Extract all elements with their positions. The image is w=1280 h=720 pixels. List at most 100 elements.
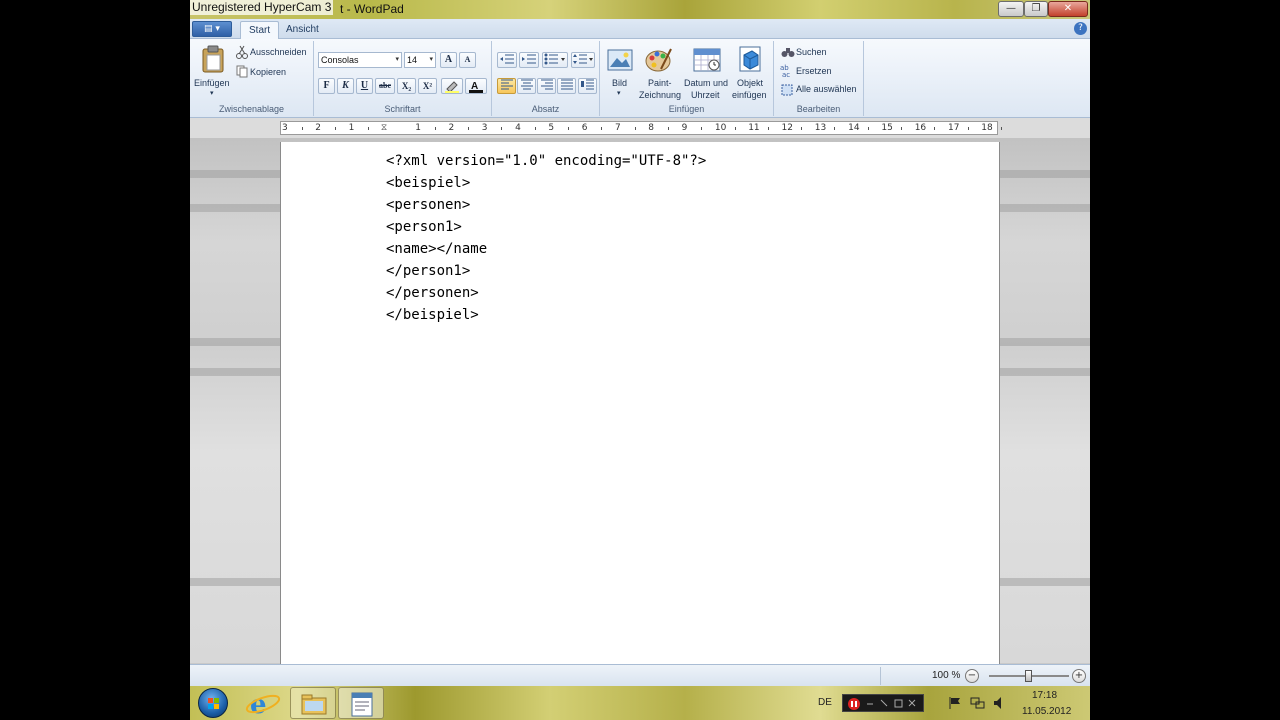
doc-line[interactable]: <?xml version="1.0" encoding="UTF-8"?> [386,152,706,170]
justify-icon [560,79,573,90]
justify-button[interactable] [557,78,576,94]
doc-line[interactable]: <person1> [386,218,462,236]
font-family-value: Consolas [321,55,359,65]
font-color-button[interactable]: A [465,78,487,94]
subscript-button[interactable]: X₂ [397,78,416,94]
paste-dropdown-icon[interactable]: ▾ [210,89,214,97]
ruler-tick [934,127,936,130]
ruler-number: 1 [348,123,355,133]
underline-button[interactable]: U [356,78,373,94]
copy-icon[interactable] [236,65,248,78]
paste-label[interactable]: Einfügen [194,78,230,88]
bullet-list-button[interactable] [542,52,568,68]
clock-time[interactable]: 17:18 [1032,690,1057,701]
ruler-tick [834,127,836,130]
grow-font-button[interactable]: A [440,52,457,68]
record-icon [848,698,916,710]
ruler-number: 5 [548,123,555,133]
ruler[interactable]: 3 2 1 1 2 3 4 5 6 7 8 9 10 11 12 13 14 15 16 17 18 ⧖ [280,121,1002,135]
doc-line[interactable]: <name></name [386,240,487,258]
paragraph-settings-button[interactable] [578,78,597,94]
calendar-icon[interactable] [693,46,721,72]
find-button[interactable]: Suchen [796,47,827,57]
svg-text:e: e [250,690,267,719]
object-label-line1[interactable]: Objekt [737,78,763,88]
zoom-in-button[interactable]: + [1072,669,1086,683]
picture-icon[interactable] [607,49,633,71]
zoom-out-button[interactable]: − [965,669,979,683]
replace-button[interactable]: Ersetzen [796,66,832,76]
maximize-button[interactable]: ❐ [1024,1,1048,17]
language-indicator[interactable]: DE [818,697,832,708]
tab-ansicht[interactable]: Ansicht [278,21,327,39]
highlight-button[interactable] [441,78,463,94]
superscript-button[interactable]: X² [418,78,437,94]
ruler-number: 8 [648,123,655,133]
datetime-label-line2[interactable]: Uhrzeit [691,90,720,100]
shrink-font-button[interactable]: A [459,52,476,68]
help-icon[interactable]: ? [1074,22,1087,35]
document-page[interactable]: <?xml version="1.0" encoding="UTF-8"?> <… [280,142,1000,664]
font-group-label: Schriftart [384,104,421,114]
align-center-icon [520,79,533,90]
group-clipboard: Einfügen ▾ Ausschneiden Kopieren Zwische… [190,41,314,116]
copy-button[interactable]: Kopieren [250,67,286,77]
flag-icon[interactable] [948,696,962,710]
ruler-number: 10 [714,123,727,133]
picture-dropdown-icon[interactable]: ▾ [617,89,621,97]
paint-label-line1[interactable]: Paint- [648,78,672,88]
group-paragraph: Absatz [492,41,600,116]
title-bar: Unregistered HyperCam 3 t - WordPad — ❐ … [190,0,1090,19]
select-all-button[interactable]: Alle auswählen [796,84,857,94]
replace-icon[interactable]: abac [780,64,796,78]
zoom-slider-thumb[interactable] [1025,670,1032,682]
cut-icon[interactable] [236,45,248,59]
speaker-icon[interactable] [992,696,1006,710]
decrease-indent-button[interactable] [497,52,517,68]
paint-label-line2[interactable]: Zeichnung [639,90,681,100]
application-menu-button[interactable]: ▤ ▾ [192,21,232,37]
cut-button[interactable]: Ausschneiden [250,47,307,57]
line-spacing-button[interactable] [571,52,595,68]
italic-button[interactable]: K [337,78,354,94]
paint-icon[interactable] [645,45,673,73]
group-insert: Bild ▾ Paint- Zeichnung Datum und Uhrzei… [600,41,774,116]
doc-line[interactable]: <beispiel> [386,174,470,192]
binoculars-icon[interactable] [781,46,795,58]
taskbar-explorer[interactable] [290,687,336,719]
object-label-line2[interactable]: einfügen [732,90,767,100]
increase-indent-button[interactable] [519,52,539,68]
doc-line[interactable]: </person1> [386,262,470,280]
status-bar: 100 % − + [190,664,1090,686]
taskbar-ie[interactable]: e [240,687,286,720]
recorder-toolbar[interactable] [842,694,924,712]
ruler-margin-marker[interactable]: ⧖ [381,122,387,134]
bold-button[interactable]: F [318,78,335,94]
align-center-button[interactable] [517,78,536,94]
strikethrough-button[interactable]: abc [375,78,395,94]
paste-icon[interactable] [200,45,226,73]
doc-line[interactable]: </personen> [386,284,479,302]
align-left-button[interactable] [497,78,516,94]
select-all-icon[interactable] [781,84,793,96]
font-family-select[interactable]: Consolas ▾ [318,52,402,68]
doc-line[interactable]: <personen> [386,196,470,214]
minimize-button[interactable]: — [998,1,1024,17]
ruler-tick [667,127,669,130]
taskbar-wordpad[interactable] [338,687,384,719]
ribbon-tabs: ▤ ▾ Start Ansicht ? [190,19,1090,39]
align-right-button[interactable] [537,78,556,94]
clock-date[interactable]: 11.05.2012 [1022,706,1071,717]
object-icon[interactable] [738,45,764,73]
ie-icon: e [245,690,281,720]
start-button[interactable] [198,688,228,718]
datetime-label-line1[interactable]: Datum und [684,78,728,88]
close-button[interactable]: ✕ [1048,1,1088,17]
network-icon[interactable] [970,696,986,710]
ruler-tick [601,127,603,130]
doc-line[interactable]: </beispiel> [386,306,479,324]
tab-start[interactable]: Start [240,21,280,39]
decrease-indent-icon [500,54,514,64]
picture-label[interactable]: Bild [612,78,627,88]
font-size-select[interactable]: 14 ▾ [404,52,436,68]
